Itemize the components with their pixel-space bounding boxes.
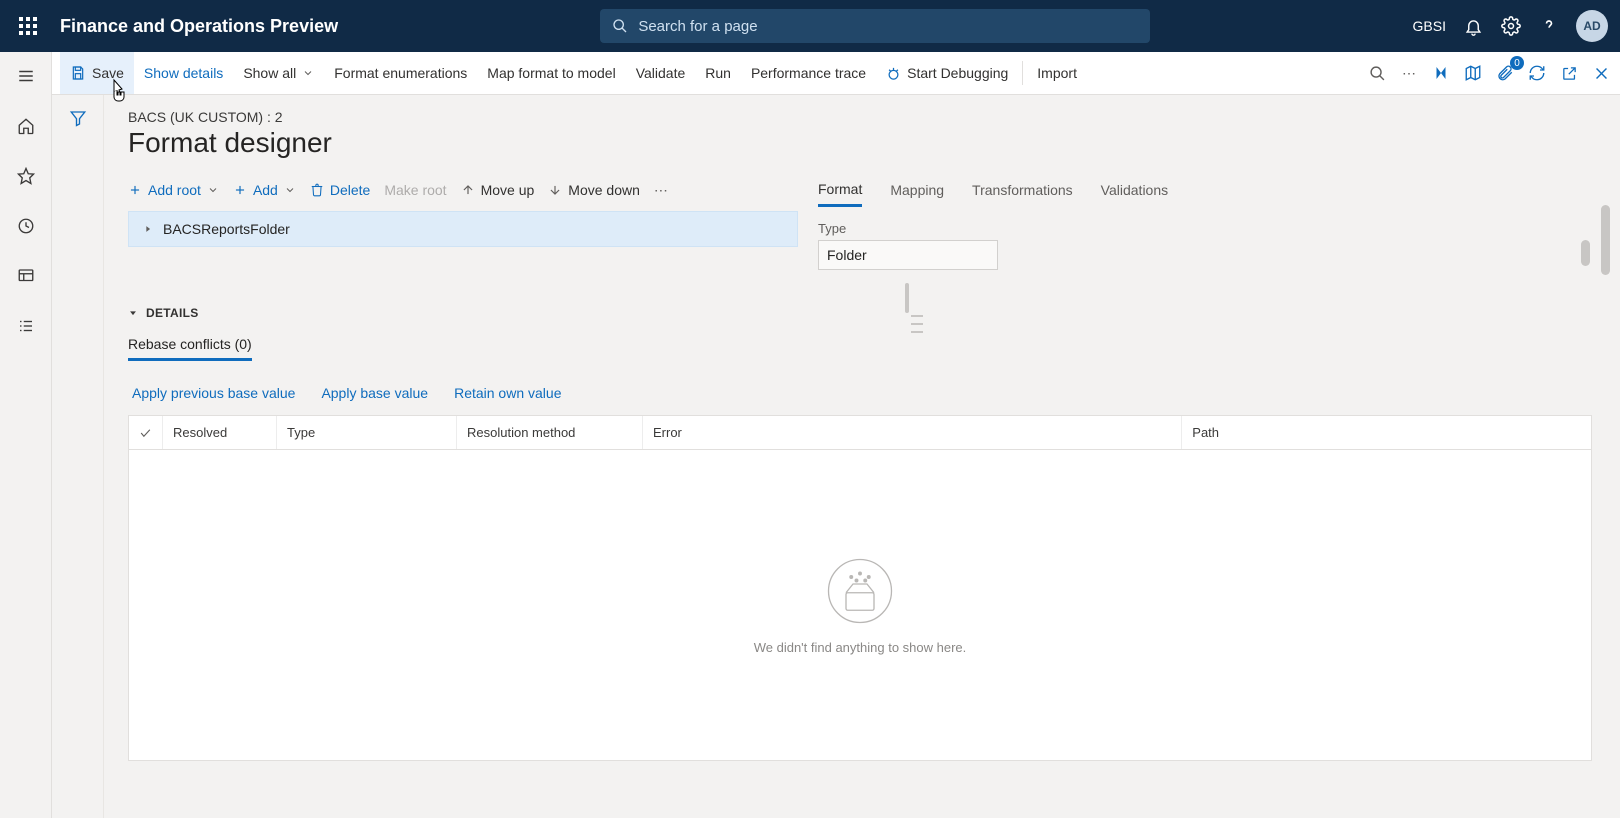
page-title: Format designer (128, 127, 1592, 159)
tab-transformations[interactable]: Transformations (972, 173, 1073, 207)
type-label: Type (818, 221, 1592, 236)
arrow-up-icon (461, 183, 475, 197)
tree-node-label: BACSReportsFolder (163, 221, 290, 237)
scrollbar-thumb-inner[interactable] (1581, 240, 1590, 266)
col-path[interactable]: Path (1182, 416, 1591, 449)
funnel-icon[interactable] (69, 109, 87, 818)
apply-base-link[interactable]: Apply base value (321, 385, 428, 401)
arrow-down-icon (548, 183, 562, 197)
apply-previous-base-link[interactable]: Apply previous base value (132, 385, 295, 401)
tab-validations[interactable]: Validations (1101, 173, 1168, 207)
splitter-grip-icon (911, 315, 923, 333)
user-avatar[interactable]: AD (1576, 10, 1608, 42)
more-tree-icon[interactable]: ⋯ (654, 182, 668, 199)
tree-node-root[interactable]: BACSReportsFolder (128, 211, 798, 247)
tab-mapping[interactable]: Mapping (890, 173, 944, 207)
search-icon (612, 18, 628, 34)
splitter-handle[interactable] (905, 283, 909, 313)
star-icon[interactable] (10, 160, 42, 192)
save-label: Save (92, 65, 124, 81)
app-launcher-icon[interactable] (8, 17, 48, 35)
details-section-toggle[interactable]: DETAILS (128, 306, 1592, 320)
validate-button[interactable]: Validate (626, 52, 696, 94)
col-error[interactable]: Error (643, 416, 1182, 449)
property-tabs: Format Mapping Transformations Validatio… (818, 173, 1592, 207)
grid-header: Resolved Type Resolution method Error Pa… (129, 416, 1591, 450)
move-down-button[interactable]: Move down (548, 182, 640, 198)
command-bar: Save Show details Show all Format enumer… (52, 52, 1620, 95)
main-content: BACS (UK CUSTOM) : 2 Format designer Add… (104, 95, 1620, 818)
scrollbar-thumb[interactable] (1601, 205, 1610, 275)
hamburger-icon[interactable] (10, 60, 42, 92)
map-icon[interactable] (1462, 62, 1484, 84)
plus-icon (233, 183, 247, 197)
triangle-right-icon (143, 224, 153, 234)
environment-label: GBSI (1413, 18, 1446, 34)
col-resolution[interactable]: Resolution method (457, 416, 643, 449)
empty-box-icon (825, 556, 895, 626)
move-up-button[interactable]: Move up (461, 182, 535, 198)
grid-empty-state: We didn't find anything to show here. (129, 450, 1591, 760)
workspaces-icon[interactable] (10, 260, 42, 292)
app-title: Finance and Operations Preview (60, 16, 338, 37)
breadcrumb: BACS (UK CUSTOM) : 2 (128, 109, 1592, 125)
attachments-icon[interactable]: 0 (1494, 62, 1516, 84)
top-bar: Finance and Operations Preview GBSI AD (0, 0, 1620, 52)
add-root-button[interactable]: Add root (128, 182, 219, 198)
import-button[interactable]: Import (1027, 52, 1087, 94)
connector-icon[interactable] (1430, 62, 1452, 84)
tab-rebase-conflicts[interactable]: Rebase conflicts (0) (128, 330, 252, 361)
run-button[interactable]: Run (695, 52, 741, 94)
select-all-header[interactable] (129, 416, 163, 449)
tab-format[interactable]: Format (818, 173, 862, 207)
help-icon[interactable] (1538, 15, 1560, 37)
show-details-button[interactable]: Show details (134, 52, 233, 94)
conflicts-grid: Resolved Type Resolution method Error Pa… (128, 415, 1592, 761)
chevron-down-icon (284, 184, 296, 196)
map-format-button[interactable]: Map format to model (477, 52, 625, 94)
recent-icon[interactable] (10, 210, 42, 242)
triangle-down-icon (128, 308, 138, 318)
show-all-button[interactable]: Show all (233, 52, 324, 94)
close-icon[interactable] (1590, 62, 1612, 84)
empty-text: We didn't find anything to show here. (754, 640, 967, 655)
chevron-down-icon (302, 67, 314, 79)
home-icon[interactable] (10, 110, 42, 142)
gear-icon[interactable] (1500, 15, 1522, 37)
performance-trace-button[interactable]: Performance trace (741, 52, 876, 94)
left-nav-rail (0, 52, 52, 818)
start-debugging-button[interactable]: Start Debugging (876, 52, 1018, 94)
bell-icon[interactable] (1462, 15, 1484, 37)
delete-button[interactable]: Delete (310, 182, 370, 198)
col-resolved[interactable]: Resolved (163, 416, 277, 449)
attachment-count-badge: 0 (1510, 56, 1524, 70)
more-actions-icon[interactable]: ⋯ (1398, 62, 1420, 84)
refresh-icon[interactable] (1526, 62, 1548, 84)
col-type[interactable]: Type (277, 416, 457, 449)
make-root-button: Make root (384, 182, 446, 198)
check-icon (139, 426, 152, 440)
global-search[interactable] (600, 9, 1150, 43)
modules-icon[interactable] (10, 310, 42, 342)
save-button[interactable]: Save (60, 52, 134, 94)
chevron-down-icon (207, 184, 219, 196)
retain-own-link[interactable]: Retain own value (454, 385, 561, 401)
format-enumerations-button[interactable]: Format enumerations (324, 52, 477, 94)
filter-pane-toggle (52, 95, 104, 818)
add-button[interactable]: Add (233, 182, 296, 198)
trash-icon (310, 183, 324, 197)
find-icon[interactable] (1366, 62, 1388, 84)
plus-icon (128, 183, 142, 197)
tree-toolbar: Add root Add Delete Make root Move up (128, 173, 798, 207)
format-tree: BACSReportsFolder (128, 211, 798, 247)
popout-icon[interactable] (1558, 62, 1580, 84)
type-value[interactable]: Folder (818, 240, 998, 270)
global-search-input[interactable] (636, 17, 1138, 36)
